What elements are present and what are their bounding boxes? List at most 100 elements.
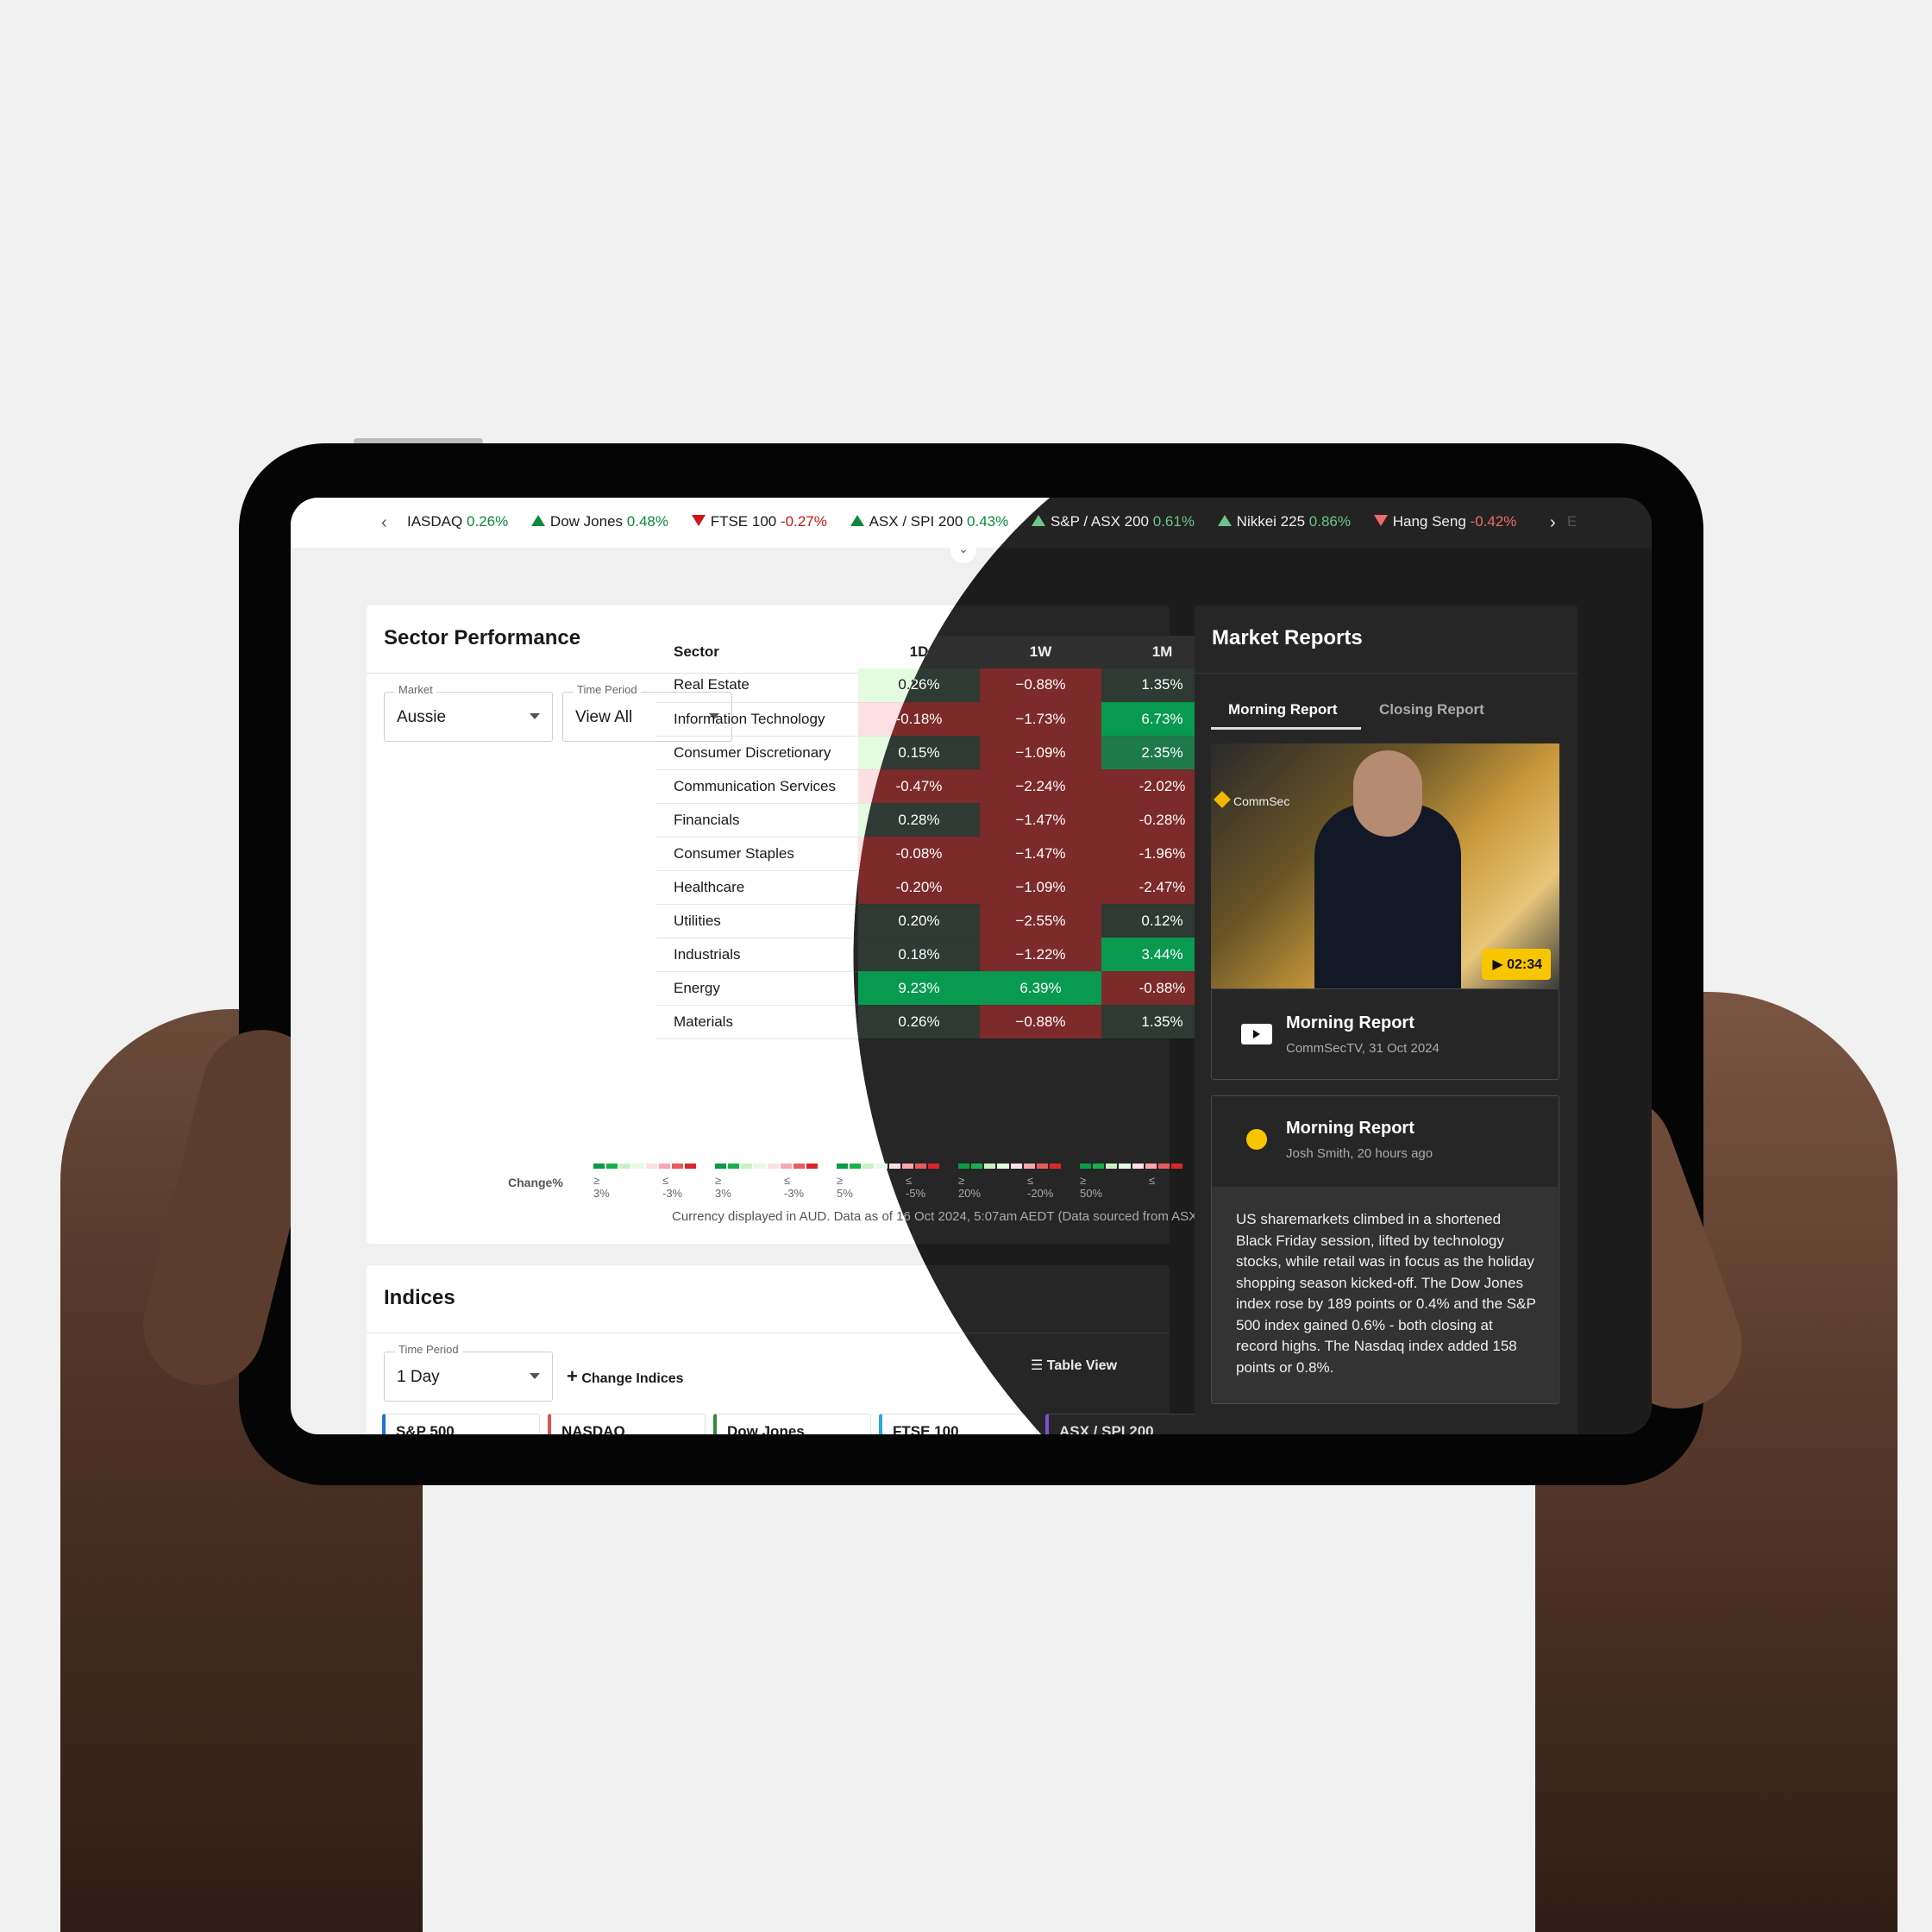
legend-swatch [619, 1164, 630, 1169]
legend-scale [1080, 1164, 1184, 1169]
tab-morning-report[interactable]: Morning Report [1228, 701, 1338, 718]
card-title: Indices [384, 1286, 455, 1309]
index-chip[interactable]: FTSE 100 [879, 1414, 1037, 1434]
up-arrow-icon [531, 515, 545, 526]
select-label: Time Period [574, 683, 641, 696]
ticker-item[interactable]: ASX / SPI 200 0.43% [850, 513, 1009, 530]
legend-swatch [1080, 1164, 1092, 1169]
report-item-video[interactable]: Morning Report CommSecTV, 31 Oct 2024 [1211, 988, 1559, 1080]
sector-name: Financials [656, 803, 858, 837]
legend-scale [958, 1164, 1063, 1169]
legend-swatch [794, 1164, 805, 1169]
legend-swatch [659, 1164, 670, 1169]
chevron-right-icon[interactable]: › [1550, 513, 1556, 533]
legend-low-label: ≤ -20% [1027, 1174, 1054, 1200]
index-chip[interactable]: ASX / SPI 200 [1045, 1414, 1203, 1434]
legend-swatch [1170, 1164, 1182, 1169]
legend-swatch [1049, 1164, 1061, 1169]
heatmap-cell: 9.23% [858, 971, 980, 1006]
sector-name: Information Technology [656, 702, 858, 736]
heatmap-cell: 0.28% [858, 803, 980, 837]
play-icon: ▶ [1492, 957, 1503, 972]
heatmap-cell: −2.55% [980, 904, 1101, 938]
sector-name: Real Estate [656, 668, 858, 702]
report-item-article[interactable]: Morning Report Josh Smith, 20 hours ago … [1211, 1095, 1559, 1404]
legend-swatch [971, 1164, 983, 1169]
legend-swatch [1093, 1164, 1105, 1169]
legend-swatch [927, 1164, 939, 1169]
video-thumbnail[interactable]: CommSec ▶ 02:34 [1211, 743, 1559, 988]
legend-swatch [1132, 1164, 1144, 1169]
sector-name: Consumer Staples [656, 837, 858, 870]
legend-swatch [1106, 1164, 1118, 1169]
legend-swatch [850, 1164, 861, 1169]
up-arrow-icon [850, 515, 864, 526]
video-icon [1241, 1024, 1272, 1044]
heatmap-cell: -0.20% [858, 870, 980, 905]
up-arrow-icon [1217, 515, 1232, 526]
index-chip[interactable]: S&P 500 [382, 1414, 540, 1434]
caret-down-icon [530, 713, 540, 719]
chevron-down-icon[interactable]: ⌄ [950, 537, 976, 563]
chevron-left-icon[interactable]: ‹ [381, 513, 387, 533]
sector-name: Consumer Discretionary [656, 736, 858, 769]
select-label: Market [395, 683, 436, 696]
legend-swatch [606, 1164, 618, 1169]
article-dot-icon [1246, 1129, 1267, 1150]
report-subtitle: Josh Smith, 20 hours ago [1286, 1146, 1433, 1161]
sector-name: Utilities [656, 904, 858, 938]
report-body: US sharemarkets climbed in a shortened B… [1236, 1211, 1536, 1376]
legend-label: Change% [508, 1176, 563, 1189]
ticker-item[interactable]: IASDAQ 0.26% [407, 513, 508, 530]
legend-low-label: ≤ -3% [784, 1174, 805, 1200]
sector-name: Healthcare [656, 870, 858, 904]
heatmap-cell: −1.09% [980, 870, 1101, 905]
legend-low-label: ≤ -5% [906, 1174, 926, 1200]
ticker-item[interactable]: Nikkei 225 0.86% [1217, 513, 1351, 530]
legend-swatch [806, 1164, 818, 1169]
heatmap-cell: −1.47% [980, 803, 1101, 837]
legend-swatch [862, 1164, 874, 1169]
legend-high-label: ≥ 3% [715, 1174, 731, 1200]
legend-swatch [646, 1164, 657, 1169]
sector-name: Industrials [656, 938, 858, 971]
legend-high-label: ≥ 50% [1080, 1174, 1103, 1200]
ticker-item[interactable]: S&P / ASX 200 0.61% [1031, 513, 1195, 530]
select-value: Aussie [397, 708, 447, 726]
legend-swatch [715, 1164, 726, 1169]
video-duration-badge[interactable]: ▶ 02:34 [1482, 949, 1551, 980]
ticker-item[interactable]: Hang Seng -0.42% [1373, 513, 1516, 530]
index-chip[interactable]: NASDAQ [548, 1414, 706, 1434]
heatmap-cell: 0.18% [858, 938, 980, 972]
legend-swatch [593, 1164, 605, 1169]
tab-closing-report[interactable]: Closing Report [1379, 701, 1484, 718]
table-view-button[interactable]: ☰ Table View [1031, 1357, 1117, 1374]
heatmap-cell: −2.24% [980, 769, 1101, 804]
report-body-panel: US sharemarkets climbed in a shortened B… [1212, 1187, 1558, 1403]
select-value: 1 Day [397, 1368, 440, 1386]
market-select[interactable]: Market Aussie [384, 692, 553, 742]
card-title: Market Reports [1212, 626, 1363, 649]
legend-low-label: ≤ [1149, 1174, 1156, 1187]
heatmap-cell: −1.22% [980, 938, 1101, 972]
tablet-screen: ‹ IASDAQ 0.26% Dow Jones 0.48% FTSE 100 … [291, 498, 1652, 1434]
ticker-item[interactable]: FTSE 100 -0.27% [692, 513, 827, 530]
heatmap-cell: −1.09% [980, 736, 1101, 770]
indices-time-period-select[interactable]: Time Period 1 Day [384, 1352, 553, 1402]
legend-swatch [741, 1164, 752, 1169]
card-title: Sector Performance [384, 626, 581, 649]
report-title: Morning Report [1286, 1119, 1414, 1138]
ticker-item[interactable]: Dow Jones 0.48% [531, 513, 668, 530]
divider [1195, 673, 1578, 674]
legend-swatch [672, 1164, 683, 1169]
change-indices-button[interactable]: + Change Indices [567, 1365, 684, 1388]
index-chip[interactable]: Dow Jones [713, 1414, 871, 1434]
legend-swatch [997, 1164, 1009, 1169]
down-arrow-icon [692, 515, 706, 526]
legend-swatch [1145, 1164, 1157, 1169]
heatmap-cell: −1.73% [980, 702, 1101, 737]
down-arrow-icon [1373, 515, 1388, 526]
column-header-1w: 1W [980, 636, 1101, 668]
commsec-logo: CommSec [1214, 791, 1289, 808]
legend-swatch [781, 1164, 792, 1169]
